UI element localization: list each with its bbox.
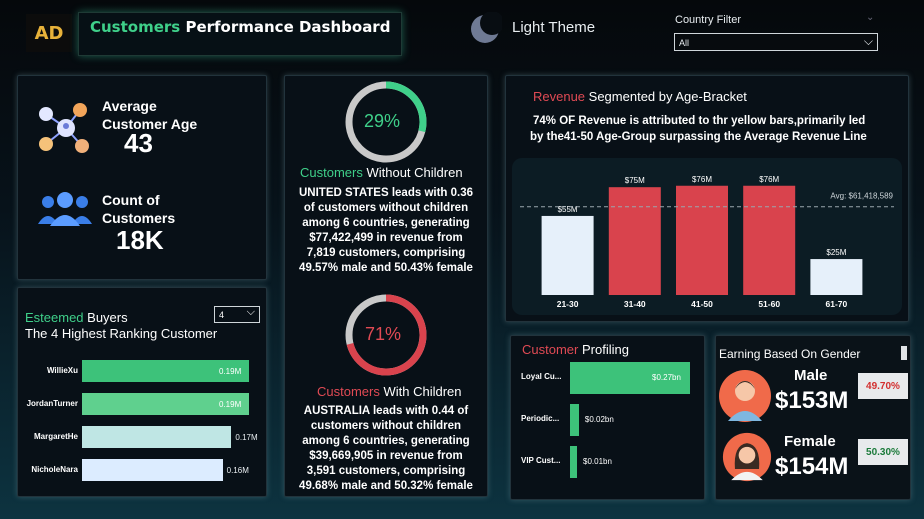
esteemed-buyers-chart: WillieXu 0.19M JordanTurner 0.19M MargaretHe… bbox=[20, 360, 265, 490]
revenue-bar-chart: $55M 21-30 $75M 31-40 $76M 41-50 $76M 51-60 $25M… bbox=[520, 175, 894, 309]
revenue-data-label: $55M bbox=[558, 205, 578, 214]
chevron-down-icon: ⌄ bbox=[866, 12, 875, 23]
revenue-note-line-2: by the41-50 Age-Group surpassing the Ave… bbox=[530, 131, 867, 143]
customer-profiling-title: Customer Profiling bbox=[522, 342, 629, 357]
male-label: Male bbox=[794, 367, 828, 384]
buyer-value-label: 0.16M bbox=[226, 466, 249, 475]
page-title-rest: Performance Dashboard bbox=[180, 18, 391, 36]
buyer-name-label: MargaretHe bbox=[33, 432, 78, 441]
female-avatar-icon bbox=[722, 432, 772, 486]
average-line-label: Avg: $61,418,589 bbox=[830, 192, 893, 201]
dashboard-logo: AD bbox=[26, 14, 72, 52]
revenue-bar-51-60[interactable] bbox=[743, 185, 796, 295]
profile-segment-label: Loyal Cu... bbox=[521, 372, 562, 381]
buyer-bar[interactable] bbox=[82, 426, 232, 448]
buyer-value-label: 0.19M bbox=[219, 367, 242, 376]
profile-value-label: $0.02bn bbox=[584, 415, 614, 424]
top-n-dropdown[interactable]: 4 ⌵ bbox=[214, 306, 260, 323]
without-children-title: Customers Without Children bbox=[300, 165, 463, 180]
profile-bar[interactable] bbox=[570, 404, 579, 436]
chevron-down-icon: ⌵ bbox=[863, 34, 873, 48]
revenue-bar-41-50[interactable] bbox=[676, 185, 728, 295]
page-title: Customers Performance Dashboard bbox=[90, 18, 390, 36]
buyer-name-label: JordanTurner bbox=[26, 399, 78, 408]
theme-toggle-label[interactable]: Light Theme bbox=[512, 19, 595, 36]
revenue-chart-title: Revenue Segmented by Age-Bracket bbox=[533, 89, 747, 104]
female-label: Female bbox=[784, 433, 836, 450]
page-title-accent: Customers bbox=[90, 18, 181, 36]
with-children-text: AUSTRALIA leads with 0.44 of customers w… bbox=[299, 405, 473, 492]
revenue-bar-21-30[interactable] bbox=[541, 215, 594, 295]
buyer-value-label: 0.19M bbox=[219, 400, 242, 409]
revenue-note-line-1: 74% OF Revenue is attributed to thr yell… bbox=[533, 115, 866, 127]
without-children-percent: 29% bbox=[364, 111, 401, 131]
revenue-data-label: $75M bbox=[625, 176, 645, 185]
buyer-name-label: WillieXu bbox=[46, 366, 78, 375]
without-children-text: UNITED STATES leads with 0.36 of custome… bbox=[298, 187, 474, 274]
chevron-down-icon: ⌵ bbox=[246, 306, 255, 318]
scrollbar[interactable] bbox=[901, 346, 907, 360]
male-avatar-icon bbox=[718, 369, 772, 427]
male-value: $153M bbox=[775, 387, 849, 414]
profile-value-label: $0.27bn bbox=[652, 373, 681, 382]
esteemed-buyers-title: Esteemed Buyers bbox=[25, 310, 128, 325]
avg-age-value: 43 bbox=[124, 128, 153, 158]
with-children-title: Customers With Children bbox=[317, 384, 462, 399]
buyer-name-label: NicholeNara bbox=[31, 465, 78, 474]
country-filter-dropdown[interactable]: All ⌵ bbox=[674, 33, 878, 51]
male-percent-badge: 49.70% bbox=[858, 373, 908, 399]
country-filter-value: All bbox=[679, 38, 690, 48]
buyer-value-label: 0.17M bbox=[235, 433, 258, 442]
moon-icon[interactable] bbox=[468, 11, 504, 50]
customers-group-icon bbox=[36, 190, 94, 234]
revenue-data-label: $76M bbox=[692, 175, 712, 184]
logo-text: AD bbox=[34, 22, 64, 44]
customer-profiling-chart: Loyal Cu... $0.27bn Periodic... $0.02bn VIP … bbox=[515, 362, 705, 482]
esteemed-buyers-subtitle: The 4 Highest Ranking Customer bbox=[25, 326, 218, 341]
female-percent-badge: 50.30% bbox=[858, 439, 908, 465]
profile-segment-label: VIP Cust... bbox=[521, 456, 561, 465]
revenue-data-label: $76M bbox=[759, 175, 779, 184]
count-value: 18K bbox=[116, 225, 164, 255]
female-value: $154M bbox=[775, 453, 849, 480]
buyer-bar[interactable] bbox=[82, 459, 223, 481]
revenue-x-tick-label: 31-40 bbox=[624, 299, 646, 309]
count-label-1: Count of bbox=[102, 192, 160, 208]
profile-segment-label: Periodic... bbox=[521, 414, 560, 423]
revenue-chart-area: $55M 21-30 $75M 31-40 $76M 41-50 $76M 51-60 $25M… bbox=[512, 158, 902, 315]
revenue-x-tick-label: 61-70 bbox=[826, 299, 848, 309]
country-filter-label: Country Filter bbox=[675, 14, 742, 26]
with-children-percent: 71% bbox=[365, 324, 402, 344]
revenue-bar-61-70[interactable] bbox=[810, 259, 863, 295]
revenue-x-tick-label: 51-60 bbox=[758, 299, 780, 309]
revenue-bar-31-40[interactable] bbox=[608, 187, 661, 295]
revenue-x-tick-label: 21-30 bbox=[557, 299, 579, 309]
profile-value-label: $0.01bn bbox=[583, 457, 612, 466]
network-icon bbox=[36, 100, 94, 162]
revenue-x-tick-label: 41-50 bbox=[691, 299, 713, 309]
gender-title: Earning Based On Gender bbox=[719, 347, 861, 361]
profile-bar[interactable] bbox=[570, 446, 577, 478]
revenue-data-label: $25M bbox=[826, 248, 846, 257]
top-n-value: 4 bbox=[219, 310, 225, 320]
avg-age-label-1: Average bbox=[102, 98, 157, 114]
